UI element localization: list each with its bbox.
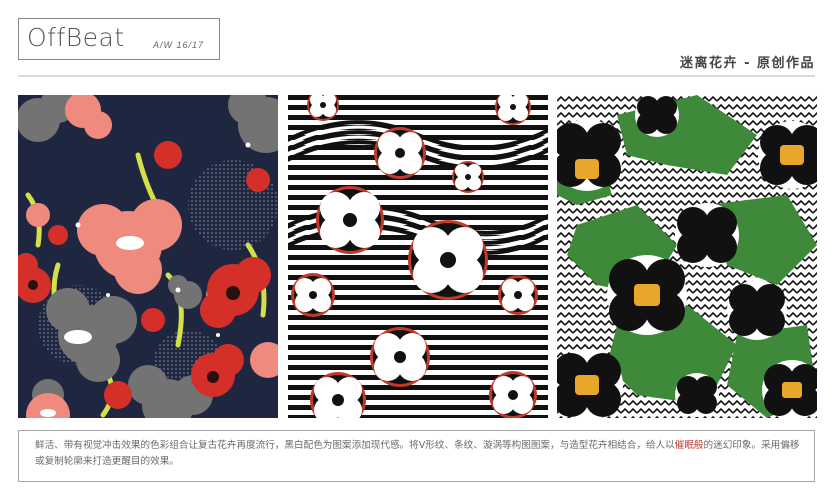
floral-pattern-stripes-image bbox=[288, 95, 548, 418]
pattern-panel-1 bbox=[18, 95, 278, 418]
description-box: 鲜活、带有视觉冲击效果的色彩组合让复古花卉再度流行，黑白配色为图案添加现代感。将… bbox=[18, 430, 815, 482]
season-label: A/W 16/17 bbox=[153, 40, 205, 50]
pattern-panel-3 bbox=[557, 95, 817, 418]
description-highlight: 催眠般 bbox=[674, 440, 704, 451]
header-divider bbox=[18, 75, 815, 77]
floral-pattern-navy-image bbox=[18, 95, 278, 418]
logo-text: OffBeat bbox=[27, 23, 125, 52]
collection-title: 迷离花卉 - 原创作品 bbox=[680, 56, 815, 71]
pattern-panel-2 bbox=[288, 95, 548, 418]
floral-pattern-green-image bbox=[557, 95, 817, 418]
description-text: 鲜活、带有视觉冲击效果的色彩组合让复古花卉再度流行，黑白配色为图案添加现代感。将… bbox=[35, 440, 675, 451]
brand-logo: OffBeat A/W 16/17 bbox=[18, 18, 220, 60]
